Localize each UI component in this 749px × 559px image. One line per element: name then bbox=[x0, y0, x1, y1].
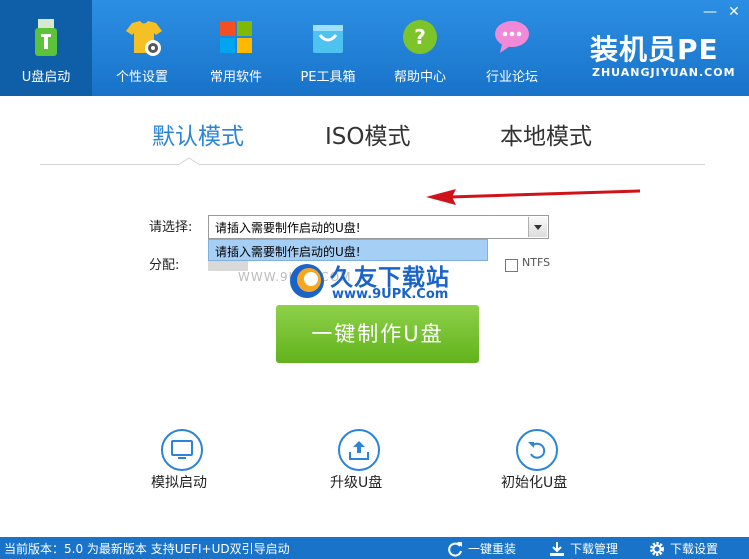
shopping-bag-icon bbox=[313, 25, 343, 53]
windows-logo-icon bbox=[220, 21, 252, 53]
gear-icon bbox=[650, 542, 664, 556]
nav-common-software[interactable]: 常用软件 bbox=[190, 0, 282, 96]
nav-label: 帮助中心 bbox=[393, 70, 446, 85]
init-usb-label[interactable]: 初始化U盘 bbox=[501, 472, 567, 492]
shirt-gear-icon bbox=[126, 21, 162, 56]
tab-divider bbox=[40, 164, 705, 165]
nav-label: PE工具箱 bbox=[300, 70, 356, 85]
chevron-down-icon[interactable] bbox=[528, 217, 547, 237]
upgrade-usb-label[interactable]: 升级U盘 bbox=[330, 472, 382, 492]
minimize-button[interactable]: — bbox=[700, 4, 720, 20]
simulate-boot-label[interactable]: 模拟启动 bbox=[151, 472, 207, 492]
tab-default-mode[interactable]: 默认模式 bbox=[152, 117, 244, 151]
download-icon bbox=[550, 542, 564, 556]
close-button[interactable]: ✕ bbox=[724, 4, 744, 20]
status-item-label: 下载设置 bbox=[670, 542, 719, 556]
nav-industry-forum[interactable]: 行业论坛 bbox=[466, 0, 558, 96]
watermark-logo-icon bbox=[290, 264, 324, 298]
tab-local-mode[interactable]: 本地模式 bbox=[500, 117, 592, 151]
status-bar: 当前版本：5.0 为最新版本 支持UEFI+UD双引导启动 一键重装 下载管理 … bbox=[0, 537, 749, 559]
undo-icon bbox=[528, 442, 546, 459]
monitor-icon bbox=[171, 440, 193, 459]
refresh-icon bbox=[448, 542, 462, 557]
device-select[interactable]: 请插入需要制作启动的U盘! bbox=[208, 215, 549, 239]
tab-indicator bbox=[178, 157, 200, 166]
device-select-value: 请插入需要制作启动的U盘! bbox=[215, 221, 361, 235]
watermark-url: www.9UPK.Com bbox=[332, 287, 449, 302]
brand-domain: ZHUANGJIYUAN.COM bbox=[592, 66, 736, 79]
nav-personal-settings[interactable]: 个性设置 bbox=[96, 0, 188, 96]
usb-drive-icon bbox=[35, 19, 57, 56]
nav-label: U盘启动 bbox=[21, 70, 71, 85]
annotation-arrow-icon bbox=[426, 189, 641, 205]
nav-usb-boot[interactable]: U盘启动 bbox=[0, 0, 92, 96]
alloc-label: 分配: bbox=[149, 258, 180, 273]
select-label: 请选择: bbox=[149, 220, 193, 235]
nav-help-center[interactable]: ? 帮助中心 bbox=[374, 0, 466, 96]
format-checkbox[interactable] bbox=[505, 259, 518, 272]
tab-iso-mode[interactable]: ISO模式 bbox=[325, 117, 411, 151]
nav-pe-toolbox[interactable]: PE工具箱 bbox=[282, 0, 374, 96]
status-item-label: 一键重装 bbox=[468, 542, 517, 556]
make-usb-button[interactable]: 一键制作U盘 bbox=[276, 305, 479, 363]
nav-label: 常用软件 bbox=[209, 70, 262, 85]
brand-logo: 装机员PE bbox=[590, 33, 719, 66]
simulate-boot-button[interactable] bbox=[161, 429, 203, 471]
chat-bubble-icon bbox=[495, 21, 529, 53]
upload-icon bbox=[349, 441, 369, 460]
nav-label: 行业论坛 bbox=[485, 70, 538, 85]
version-status: 当前版本：5.0 为最新版本 支持UEFI+UD双引导启动 bbox=[4, 542, 290, 556]
format-checkbox-label: NTFS bbox=[522, 256, 551, 269]
svg-text:?: ? bbox=[414, 25, 426, 49]
header-bar: U盘启动 个性设置 常用软件 PE工具箱 ? 帮助中心 行业论坛 装机员PE Z… bbox=[0, 0, 749, 96]
nav-label: 个性设置 bbox=[115, 70, 168, 85]
status-item-label: 下载管理 bbox=[570, 542, 619, 556]
question-icon: ? bbox=[403, 20, 437, 54]
upgrade-usb-button[interactable] bbox=[338, 429, 380, 471]
init-usb-button[interactable] bbox=[516, 429, 558, 471]
